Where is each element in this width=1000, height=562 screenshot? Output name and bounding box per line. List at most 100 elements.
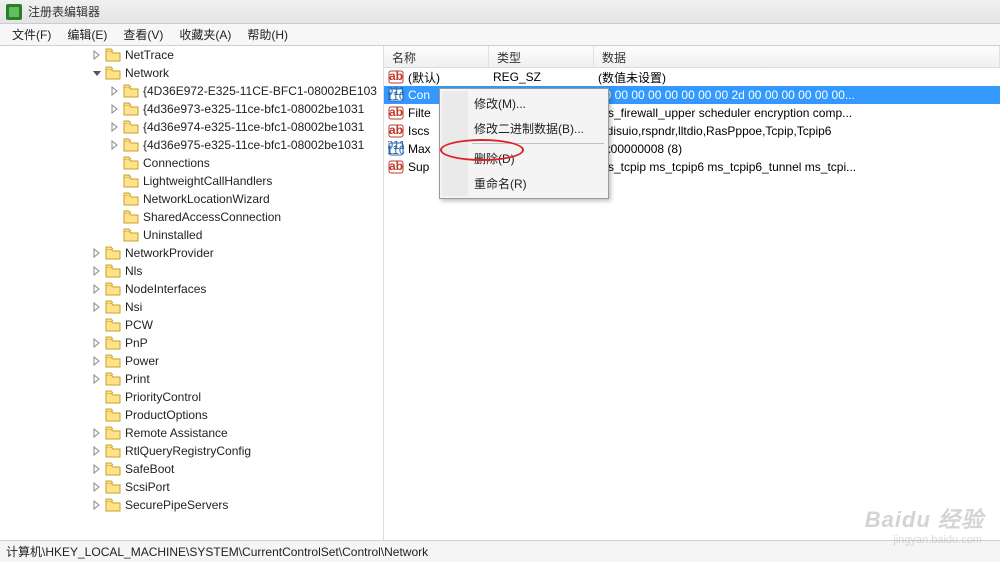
tree-node-label: NetTrace: [125, 48, 174, 62]
cell-data: 0x00000008 (8): [594, 142, 1000, 156]
tree-node-label: NodeInterfaces: [125, 282, 206, 296]
folder-icon: [123, 84, 139, 98]
tree-expander-icon: [90, 319, 103, 332]
header-name[interactable]: 名称: [384, 46, 489, 67]
tree-node[interactable]: RtlQueryRegistryConfig: [0, 442, 383, 460]
tree-node[interactable]: {4d36e973-e325-11ce-bfc1-08002be1031: [0, 100, 383, 118]
tree-node-label: PCW: [125, 318, 153, 332]
tree-node[interactable]: SharedAccessConnection: [0, 208, 383, 226]
value-name: Filte: [408, 106, 431, 120]
tree-node[interactable]: {4D36E972-E325-11CE-BFC1-08002BE103: [0, 82, 383, 100]
folder-icon: [123, 210, 139, 224]
tree-node-label: NetworkProvider: [125, 246, 214, 260]
tree-node[interactable]: Remote Assistance: [0, 424, 383, 442]
tree-scroll[interactable]: NetTrace Network {4D36E972-E325-11CE-BFC1-…: [0, 46, 383, 540]
folder-icon: [105, 444, 121, 458]
value-name: (默认): [408, 69, 440, 86]
tree-expander-icon[interactable]: [90, 481, 103, 494]
ctx-modify-binary[interactable]: 修改二进制数据(B)...: [442, 116, 606, 141]
tree-node[interactable]: {4d36e975-e325-11ce-bfc1-08002be1031: [0, 136, 383, 154]
list-panel: 名称 类型 数据 (默认)REG_SZ(数值未设置)Con00 00 00 00…: [384, 46, 1000, 540]
tree-node[interactable]: LightweightCallHandlers: [0, 172, 383, 190]
menu-favorites[interactable]: 收藏夹(A): [171, 24, 239, 45]
tree-expander-icon[interactable]: [90, 355, 103, 368]
tree-node[interactable]: SafeBoot: [0, 460, 383, 478]
folder-icon: [123, 120, 139, 134]
tree-expander-icon[interactable]: [108, 85, 121, 98]
value-name: Con: [408, 88, 430, 102]
tree-node[interactable]: ProductOptions: [0, 406, 383, 424]
binary-value-icon: [388, 87, 404, 103]
tree-expander-icon[interactable]: [90, 337, 103, 350]
folder-icon: [105, 372, 121, 386]
folder-icon: [105, 282, 121, 296]
ctx-delete[interactable]: 删除(D): [442, 146, 606, 171]
cell-type: REG_SZ: [489, 70, 594, 84]
header-type[interactable]: 类型: [489, 46, 594, 67]
menu-help[interactable]: 帮助(H): [239, 24, 296, 45]
tree-expander-icon: [108, 175, 121, 188]
tree-expander-icon[interactable]: [90, 49, 103, 62]
value-name: Iscs: [408, 124, 429, 138]
menu-edit[interactable]: 编辑(E): [59, 24, 115, 45]
folder-icon: [105, 408, 121, 422]
tree-expander-icon[interactable]: [90, 427, 103, 440]
header-data[interactable]: 数据: [594, 46, 1000, 67]
tree-node[interactable]: NetworkProvider: [0, 244, 383, 262]
ctx-modify[interactable]: 修改(M)...: [442, 91, 606, 116]
menu-file[interactable]: 文件(F): [4, 24, 59, 45]
tree-expander-icon[interactable]: [90, 283, 103, 296]
status-bar: 计算机\HKEY_LOCAL_MACHINE\SYSTEM\CurrentCon…: [0, 540, 1000, 562]
tree-expander-icon[interactable]: [90, 499, 103, 512]
tree-expander-icon[interactable]: [90, 301, 103, 314]
tree-expander-icon[interactable]: [90, 247, 103, 260]
folder-icon: [105, 336, 121, 350]
tree-node[interactable]: NodeInterfaces: [0, 280, 383, 298]
tree-node[interactable]: ScsiPort: [0, 478, 383, 496]
tree-node[interactable]: Power: [0, 352, 383, 370]
tree-node[interactable]: SecurePipeServers: [0, 496, 383, 514]
folder-icon: [105, 390, 121, 404]
status-path: 计算机\HKEY_LOCAL_MACHINE\SYSTEM\CurrentCon…: [6, 543, 428, 560]
tree-node[interactable]: PnP: [0, 334, 383, 352]
folder-icon: [105, 426, 121, 440]
tree-expander-icon[interactable]: [90, 445, 103, 458]
string-value-icon: [388, 159, 404, 175]
tree-node-label: SecurePipeServers: [125, 498, 228, 512]
tree-expander-icon[interactable]: [90, 265, 103, 278]
tree-expander-icon[interactable]: [90, 463, 103, 476]
menu-view[interactable]: 查看(V): [115, 24, 171, 45]
tree-node-label: {4D36E972-E325-11CE-BFC1-08002BE103: [143, 84, 377, 98]
tree-expander-icon[interactable]: [90, 67, 103, 80]
tree-node[interactable]: Print: [0, 370, 383, 388]
ctx-separator: [472, 143, 604, 144]
tree-panel: NetTrace Network {4D36E972-E325-11CE-BFC1-…: [0, 46, 384, 540]
tree-expander-icon[interactable]: [108, 139, 121, 152]
tree-node[interactable]: Nls: [0, 262, 383, 280]
folder-icon: [105, 48, 121, 62]
tree-node-label: RtlQueryRegistryConfig: [125, 444, 251, 458]
tree-node[interactable]: Connections: [0, 154, 383, 172]
tree-expander-icon[interactable]: [90, 373, 103, 386]
cell-data: 00 00 00 00 00 00 00 00 2d 00 00 00 00 0…: [594, 88, 1000, 102]
tree-node[interactable]: PCW: [0, 316, 383, 334]
tree-node[interactable]: {4d36e974-e325-11ce-bfc1-08002be1031: [0, 118, 383, 136]
tree-node[interactable]: PriorityControl: [0, 388, 383, 406]
list-row[interactable]: (默认)REG_SZ(数值未设置): [384, 68, 1000, 86]
folder-icon: [105, 264, 121, 278]
tree-node[interactable]: NetworkLocationWizard: [0, 190, 383, 208]
folder-icon: [123, 102, 139, 116]
tree-node-label: SharedAccessConnection: [143, 210, 281, 224]
tree-expander-icon[interactable]: [108, 121, 121, 134]
tree-expander-icon: [90, 391, 103, 404]
tree-node[interactable]: Uninstalled: [0, 226, 383, 244]
window-title: 注册表编辑器: [28, 3, 100, 20]
tree-expander-icon[interactable]: [108, 103, 121, 116]
tree-node[interactable]: NetTrace: [0, 46, 383, 64]
tree-expander-icon: [108, 229, 121, 242]
tree-node[interactable]: Network: [0, 64, 383, 82]
ctx-rename[interactable]: 重命名(R): [442, 171, 606, 196]
tree-expander-icon: [108, 193, 121, 206]
tree-node-label: Network: [125, 66, 169, 80]
tree-node[interactable]: Nsi: [0, 298, 383, 316]
